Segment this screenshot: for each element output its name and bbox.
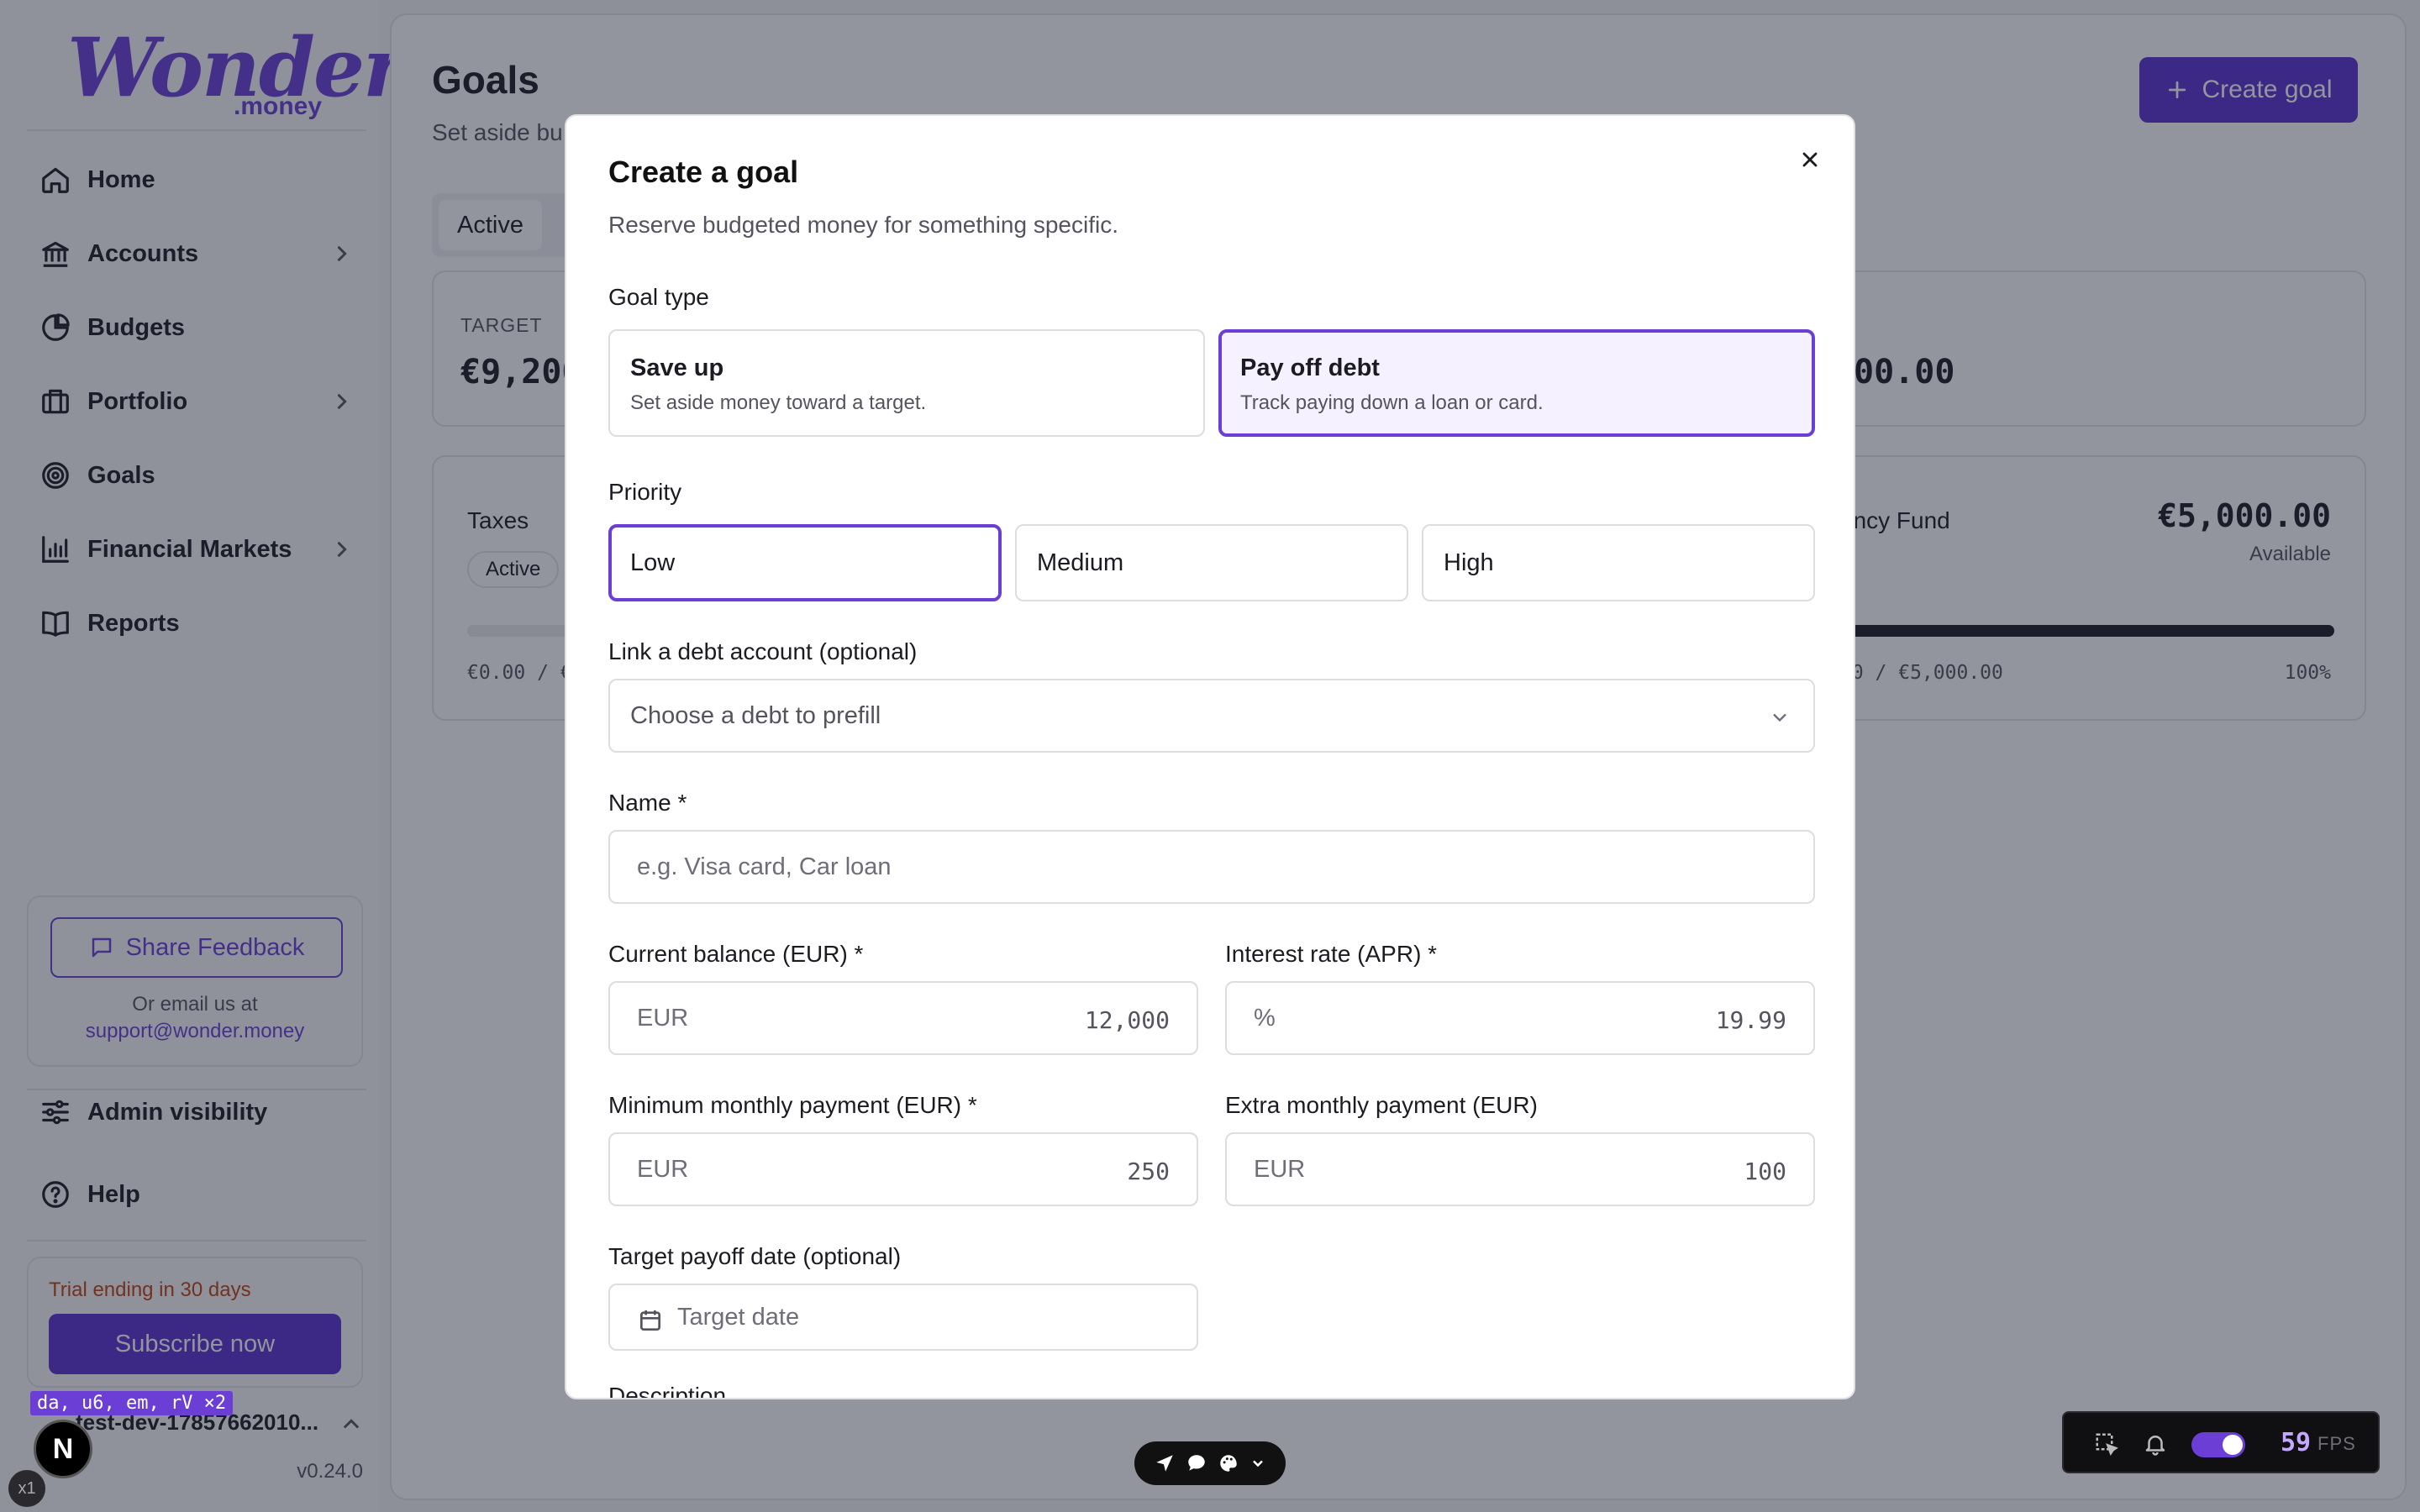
priority-medium[interactable]: Medium [1015, 524, 1408, 601]
target-date-input[interactable]: Target date [608, 1284, 1198, 1351]
priority-low[interactable]: Low [608, 524, 1002, 601]
input-placeholder: e.g. Visa card, Car loan [637, 853, 892, 880]
goal-type-save-up[interactable]: Save up Set aside money toward a target. [608, 329, 1205, 437]
option-title: Pay off debt [1240, 354, 1380, 381]
option-subtitle: Set aside money toward a target. [630, 391, 927, 414]
link-debt-select[interactable]: Choose a debt to prefill [608, 679, 1815, 753]
name-input[interactable]: e.g. Visa card, Car loan [608, 830, 1815, 904]
input-value: 100 [1744, 1158, 1786, 1185]
close-button[interactable] [1795, 144, 1825, 175]
close-icon [1802, 152, 1818, 167]
currency-prefix: EUR [637, 1005, 689, 1032]
input-placeholder: Target date [677, 1304, 800, 1331]
priority-high[interactable]: High [1422, 524, 1815, 601]
min-payment-input[interactable]: EUR 250 [608, 1132, 1198, 1206]
dev-tag: da, u6, em, rV ×2 [30, 1391, 234, 1415]
percent-prefix: % [1254, 1005, 1276, 1032]
comment-icon[interactable] [1186, 1452, 1207, 1474]
floating-toolbar[interactable] [1134, 1441, 1286, 1485]
extra-payment-label: Extra monthly payment (EUR) [1225, 1092, 1538, 1118]
description-label: Description [608, 1383, 727, 1399]
palette-icon[interactable] [1218, 1452, 1239, 1474]
fps-unit: FPS [2317, 1433, 2356, 1454]
select-placeholder: Choose a debt to prefill [630, 702, 881, 729]
current-balance-label: Current balance (EUR) * [608, 941, 864, 967]
current-balance-input[interactable]: EUR 12,000 [608, 981, 1198, 1055]
option-subtitle: Track paying down a loan or card. [1240, 391, 1544, 414]
send-icon[interactable] [1154, 1452, 1176, 1474]
link-debt-label: Link a debt account (optional) [608, 638, 918, 664]
goal-type-pay-off-debt[interactable]: Pay off debt Track paying down a loan or… [1218, 329, 1815, 437]
dialog-title: Create a goal [608, 155, 799, 189]
option-title: Save up [630, 354, 724, 381]
extra-payment-input[interactable]: EUR 100 [1225, 1132, 1815, 1206]
fps-value: 59 [2281, 1428, 2312, 1457]
interest-rate-label: Interest rate (APR) * [1225, 941, 1438, 967]
dev-counter: x1 [8, 1470, 45, 1507]
chevron-down-icon[interactable] [1249, 1452, 1266, 1474]
input-value: 12,000 [1084, 1006, 1170, 1034]
currency-prefix: EUR [637, 1156, 689, 1183]
min-payment-label: Minimum monthly payment (EUR) * [608, 1092, 977, 1118]
bell-icon[interactable] [2143, 1431, 2168, 1457]
dialog-description: Reserve budgeted money for something spe… [608, 212, 1118, 238]
name-label: Name * [608, 790, 687, 816]
input-value: 19.99 [1715, 1006, 1786, 1034]
chevron-down-icon [1773, 713, 1786, 722]
input-value: 250 [1127, 1158, 1170, 1185]
calendar-icon [640, 1310, 660, 1331]
select-area-icon[interactable] [2094, 1431, 2119, 1457]
fps-monitor: 59 FPS [2062, 1411, 2380, 1473]
priority-label: Priority [608, 479, 682, 505]
currency-prefix: EUR [1254, 1156, 1306, 1183]
interest-rate-input[interactable]: % 19.99 [1225, 981, 1815, 1055]
goal-type-label: Goal type [608, 284, 709, 310]
nextjs-badge[interactable]: N [34, 1420, 92, 1478]
theme-toggle[interactable] [2191, 1432, 2245, 1457]
target-date-label: Target payoff date (optional) [608, 1243, 902, 1269]
create-goal-dialog: Create a goal Reserve budgeted money for… [565, 114, 1855, 1399]
